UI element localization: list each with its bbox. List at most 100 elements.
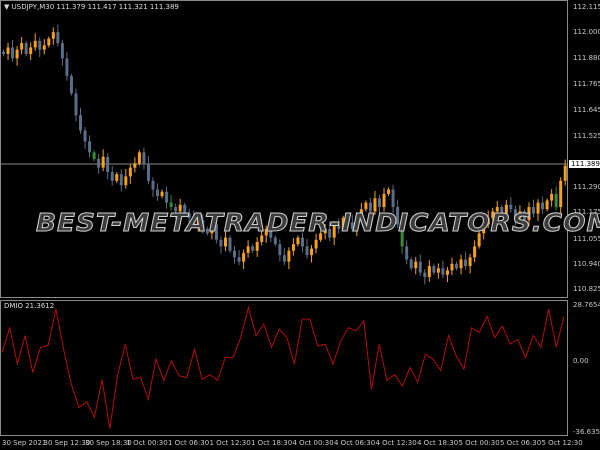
chart-title: ▼ USDJPY,M30 111.379 111.417 111.321 111…: [4, 3, 179, 11]
candle-body: [165, 191, 169, 203]
candle-body: [296, 237, 300, 245]
price-tick-label: 111.765: [573, 79, 600, 88]
candle-body: [455, 263, 458, 269]
time-tick-label: 5 Oct 00:30: [458, 439, 500, 447]
candle-body: [282, 255, 286, 262]
candle-body: [33, 40, 37, 48]
candle-body: [314, 239, 318, 249]
price-tick-label: 111.290: [573, 183, 600, 192]
candle-body: [169, 202, 173, 208]
candle-body: [273, 237, 277, 245]
price-tick-label: 112.115: [573, 3, 600, 11]
candle-body: [391, 189, 395, 208]
candle-body: [432, 266, 436, 273]
candle-body: [115, 174, 119, 181]
candle-body: [559, 180, 563, 208]
candle-body: [133, 163, 137, 168]
candle-body: [223, 237, 227, 247]
time-tick-label: 30 Sep 2021: [2, 439, 47, 447]
candle-body: [464, 259, 468, 267]
candle-body: [251, 246, 255, 251]
candle-body: [246, 246, 250, 253]
candle-body: [445, 270, 449, 275]
time-tick-label: 5 Oct 12:30: [541, 439, 583, 447]
candle-body: [106, 156, 110, 173]
candle-body: [74, 93, 78, 116]
candle-body: [219, 239, 223, 247]
candle-body: [418, 261, 422, 273]
candle-body: [228, 237, 232, 251]
candle-body: [101, 156, 105, 168]
indicator-tick-label: 28.7654: [573, 301, 600, 309]
candle-body: [56, 32, 60, 44]
price-tick-label: 111.525: [573, 131, 600, 140]
candle-body: [550, 193, 554, 201]
candles: [2, 24, 567, 285]
candle-body: [377, 198, 381, 208]
candle-body: [387, 189, 391, 194]
candle-body: [83, 130, 87, 142]
indicator-tick-label: 0.00: [573, 357, 589, 365]
candle-body: [6, 47, 10, 54]
candle-body: [151, 180, 155, 190]
time-tick-label: 1 Oct 00:30: [126, 439, 168, 447]
candle-body: [24, 43, 28, 54]
candle-body: [291, 244, 295, 251]
time-tick-label: 30 Sep 18:30: [85, 439, 132, 447]
candle-body: [255, 242, 259, 251]
time-tick-label: 1 Oct 18:30: [251, 439, 293, 447]
candle-body: [468, 257, 472, 267]
time-tick-label: 30 Sep 12:30: [43, 439, 91, 447]
time-tick-label: 1 Oct 06:30: [168, 439, 210, 447]
candle-body: [156, 189, 160, 197]
candle-body: [97, 158, 101, 168]
indicator-tick-label: -36.6358: [573, 428, 600, 436]
dmio-line: [1, 305, 565, 429]
candle-body: [414, 261, 418, 269]
candle-body: [124, 176, 128, 186]
candle-body: [69, 75, 73, 94]
candle-body: [300, 237, 304, 247]
candle-body: [146, 163, 150, 181]
price-tick-label: 110.825: [573, 285, 600, 293]
dropdown-triangle-icon[interactable]: ▼: [4, 3, 9, 11]
candle-body: [51, 32, 55, 39]
watermark: BEST-METATRADER-INDICATORS.COM: [35, 208, 600, 238]
candle-body: [405, 246, 409, 260]
current-price-tag: 111.389: [569, 160, 600, 168]
candle-body: [110, 172, 114, 181]
candle-body: [15, 49, 19, 59]
candle-body: [160, 191, 164, 197]
time-tick-label: 1 Oct 12:30: [209, 439, 251, 447]
candle-body: [2, 51, 5, 54]
time-tick-label: 4 Oct 00:30: [292, 439, 334, 447]
candle-body: [119, 174, 123, 186]
candle-body: [29, 47, 33, 54]
candle-body: [436, 268, 440, 273]
candle-body: [38, 40, 42, 50]
candle-body: [137, 152, 141, 164]
ohlc-readout: 111.379 111.417 111.321 111.389: [56, 3, 179, 11]
candle-body: [287, 250, 291, 262]
candle-body: [92, 152, 96, 159]
time-tick-label: 4 Oct 18:30: [417, 439, 459, 447]
price-tick-label: 110.940: [573, 259, 600, 268]
candle-body: [47, 38, 51, 46]
candle-body: [60, 43, 64, 59]
candle-body: [20, 43, 24, 50]
candle-body: [427, 266, 431, 277]
candle-body: [278, 244, 282, 256]
symbol-label: USDJPY,M30: [11, 3, 55, 11]
candle-body: [563, 165, 567, 181]
candle-body: [233, 250, 237, 258]
candle-body: [79, 115, 83, 131]
candle-body: [237, 257, 241, 262]
candle-body: [242, 252, 246, 262]
time-tick-label: 4 Oct 12:30: [375, 439, 417, 447]
candle-body: [450, 263, 454, 271]
candle-body: [142, 152, 146, 164]
candle-body: [554, 193, 558, 208]
candle-body: [409, 259, 413, 269]
price-tick-label: 111.645: [573, 105, 600, 114]
candle-body: [42, 45, 46, 50]
